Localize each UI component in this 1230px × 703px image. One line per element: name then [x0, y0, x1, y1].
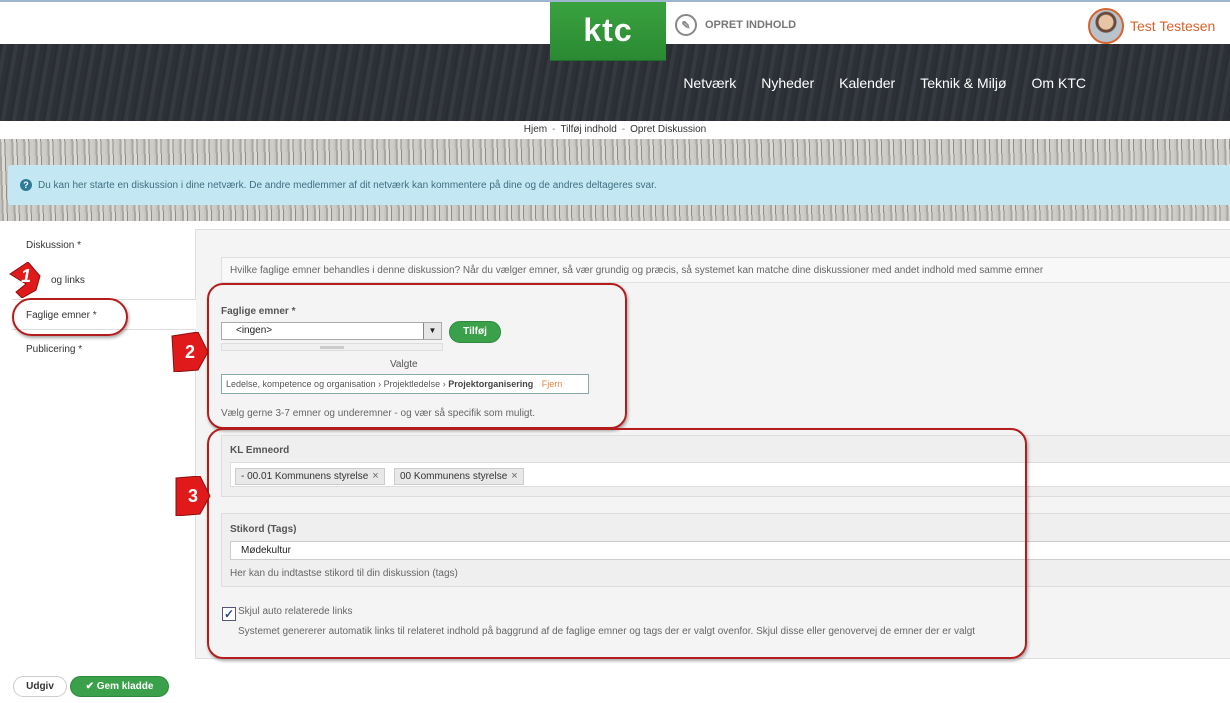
breadcrumb-separator: -	[552, 124, 556, 135]
create-content-link[interactable]: ✎ OPRET INDHOLD	[675, 14, 796, 36]
save-draft-label: Gem kladde	[96, 681, 154, 692]
breadcrumb-separator: -	[621, 124, 626, 135]
annotation-number: 1	[20, 266, 31, 286]
breadcrumb-current: Opret Diskussion	[630, 124, 707, 135]
nav-item-teknik-miljo[interactable]: Teknik & Miljø	[920, 75, 1006, 91]
nav-item-netvaerk[interactable]: Netværk	[683, 75, 736, 91]
check-icon: ✔	[85, 681, 94, 692]
edit-icon: ✎	[675, 14, 697, 36]
create-content-label: OPRET INDHOLD	[705, 19, 797, 31]
avatar	[1088, 8, 1124, 44]
annotation-circle-1	[12, 298, 128, 336]
nav-item-kalender[interactable]: Kalender	[839, 75, 895, 91]
nav-item-om-ktc[interactable]: Om KTC	[1032, 75, 1086, 91]
breadcrumb-home[interactable]: Hjem	[524, 124, 547, 135]
breadcrumb-add-content[interactable]: Tilføj indhold	[560, 124, 616, 135]
annotation-badge-2: 2	[170, 331, 210, 373]
nav-item-nyheder[interactable]: Nyheder	[761, 75, 814, 91]
info-text: Du kan her starte en diskussion i dine n…	[38, 179, 657, 191]
sidebar-item-links[interactable]: og links	[51, 275, 85, 286]
info-banner: ? Du kan her starte en diskussion i dine…	[8, 165, 1230, 205]
question-text: Hvilke faglige emner behandles i denne d…	[221, 257, 1230, 283]
sidebar-item-diskussion[interactable]: Diskussion *	[26, 240, 81, 251]
annotation-badge-3: 3	[174, 475, 212, 517]
annotation-badge-1: 1	[6, 261, 46, 299]
user-name: Test Testesen	[1130, 18, 1216, 34]
publish-button[interactable]: Udgiv	[13, 676, 67, 697]
save-draft-button[interactable]: ✔ Gem kladde	[70, 676, 169, 697]
annotation-circle-3	[207, 428, 1027, 659]
annotation-number: 2	[184, 342, 195, 362]
annotation-number: 3	[187, 486, 198, 506]
user-menu[interactable]: Test Testesen	[1088, 8, 1215, 44]
sidebar-item-publicering[interactable]: Publicering *	[26, 344, 82, 355]
main-nav: Netværk Nyheder Kalender Teknik & Miljø …	[683, 75, 1086, 91]
breadcrumb: Hjem - Tilføj indhold - Opret Diskussion	[0, 121, 1230, 139]
annotation-circle-2	[207, 283, 627, 429]
ktc-logo[interactable]: ktc	[550, 2, 666, 61]
help-icon: ?	[20, 179, 32, 191]
